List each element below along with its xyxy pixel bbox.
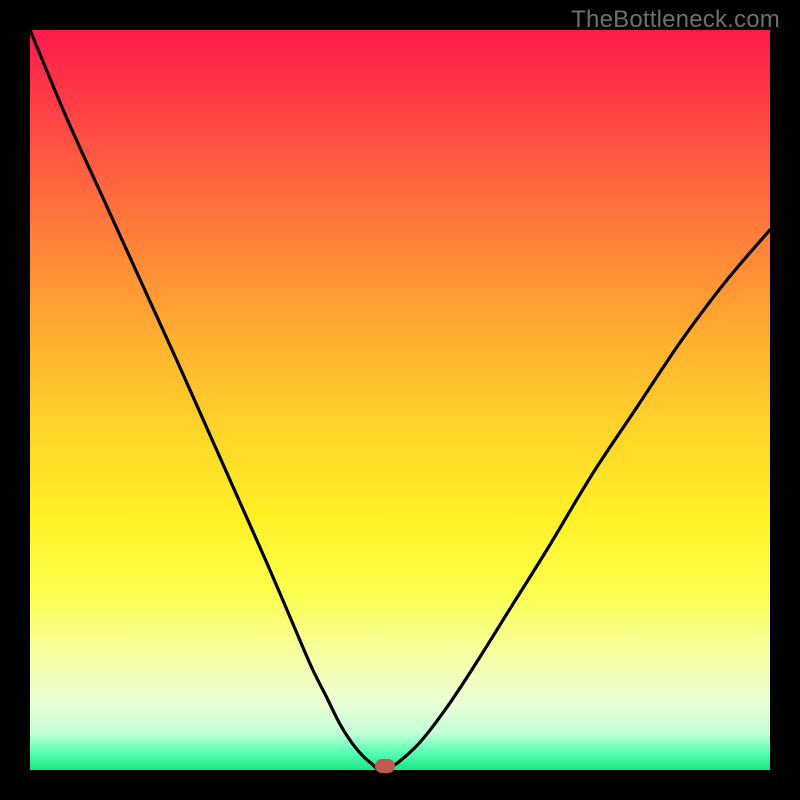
chart-plot-area [30, 30, 770, 770]
chart-frame: TheBottleneck.com [0, 0, 800, 800]
bottleneck-curve [30, 30, 770, 770]
minimum-marker [375, 759, 395, 773]
